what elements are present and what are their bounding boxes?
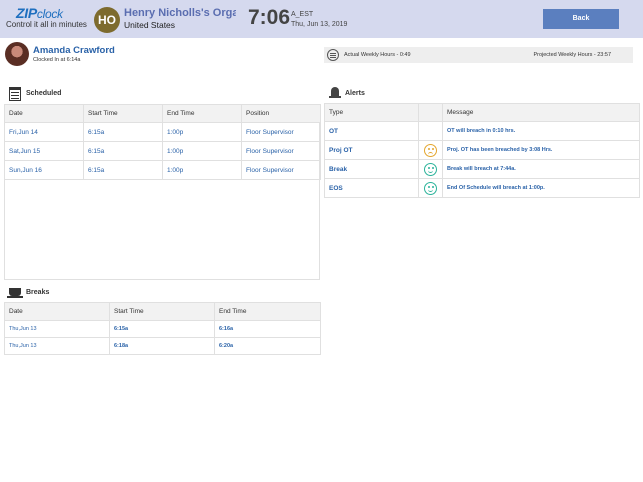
column-header: Start Time	[109, 302, 215, 321]
current-time: 7:06	[248, 6, 291, 29]
alert-icon-cell	[418, 159, 443, 179]
table-row[interactable]: Thu,Jun 13 6:18a 6:20a	[4, 337, 321, 355]
cell-start: 6:15a	[83, 160, 163, 180]
alert-icon-cell	[418, 178, 443, 198]
org-avatar[interactable]: HO	[94, 7, 120, 33]
app-logo: ZIPclock Control it all in minutes	[6, 5, 87, 35]
column-header: End Time	[214, 302, 321, 321]
column-header: Message	[442, 103, 640, 122]
logo-tagline: Control it all in minutes	[6, 20, 87, 29]
table-header-row: Date Start Time End Time	[4, 302, 321, 321]
table-row[interactable]: EOS End Of Schedule will breach at 1:00p…	[324, 178, 640, 198]
cell-end: 6:20a	[214, 337, 321, 355]
scheduled-panel: Date Start Time End Time Position Fri,Ju…	[4, 104, 321, 280]
alert-icon-cell	[418, 121, 443, 141]
alert-message: OT will breach in 0:10 hrs.	[442, 121, 640, 141]
cell-date: Thu,Jun 13	[4, 337, 110, 355]
table-header-row: Type Message	[324, 103, 640, 122]
breaks-title: Breaks	[26, 289, 50, 296]
actual-weekly-hours: Actual Weekly Hours - 0:49	[344, 52, 411, 58]
alert-type: OT	[324, 121, 419, 141]
list-icon	[327, 49, 339, 61]
alert-type: Break	[324, 159, 419, 179]
coffee-cup-icon	[7, 288, 23, 298]
cell-start: 6:18a	[109, 337, 215, 355]
column-header: Date	[4, 302, 110, 321]
employee-name: Amanda Crawford	[33, 45, 115, 56]
cell-position: Floor Supervisor	[241, 141, 321, 161]
employee-avatar	[5, 42, 29, 66]
alert-message: End Of Schedule will breach at 1:00p.	[442, 178, 640, 198]
table-row[interactable]: OT OT will breach in 0:10 hrs.	[324, 121, 640, 141]
cell-start: 6:15a	[109, 320, 215, 338]
alerts-title: Alerts	[345, 90, 365, 97]
table-row[interactable]: Fri,Jun 14 6:15a 1:00p Floor Supervisor	[4, 122, 321, 142]
scheduled-title: Scheduled	[26, 90, 62, 97]
table-row[interactable]: Sat,Jun 15 6:15a 1:00p Floor Supervisor	[4, 141, 321, 161]
alert-type: Proj OT	[324, 140, 419, 160]
calendar-icon	[9, 87, 21, 101]
cell-date: Fri,Jun 14	[4, 122, 84, 142]
happy-face-icon	[424, 181, 437, 195]
alert-icon-cell	[418, 140, 443, 160]
cell-position: Floor Supervisor	[241, 122, 321, 142]
scheduled-table: Date Start Time End Time Position Fri,Ju…	[4, 104, 321, 180]
breaks-table: Date Start Time End Time Thu,Jun 13 6:15…	[4, 302, 321, 355]
sad-face-icon	[424, 143, 437, 157]
projected-weekly-hours: Projected Weekly Hours - 23:57	[533, 52, 611, 58]
top-bar: ZIPclock Control it all in minutes HO He…	[0, 0, 643, 38]
alert-message: Break will breach at 7:44a.	[442, 159, 640, 179]
table-header-row: Date Start Time End Time Position	[4, 104, 321, 123]
alert-message: Proj. OT has been breached by 3:08 Hrs.	[442, 140, 640, 160]
logo-wordmark-suffix: clock	[36, 7, 63, 21]
logo-wordmark: ZIP	[16, 5, 37, 21]
cell-start: 6:15a	[83, 141, 163, 161]
alert-type: EOS	[324, 178, 419, 198]
cell-start: 6:15a	[83, 122, 163, 142]
table-row[interactable]: Proj OT Proj. OT has been breached by 3:…	[324, 140, 640, 160]
happy-face-icon	[424, 162, 437, 176]
back-button[interactable]: Back	[543, 9, 619, 29]
cell-date: Thu,Jun 13	[4, 320, 110, 338]
org-country: United States	[124, 20, 176, 30]
column-header: Type	[324, 103, 419, 122]
bell-icon	[329, 87, 341, 100]
cell-end: 6:16a	[214, 320, 321, 338]
cell-date: Sat,Jun 15	[4, 141, 84, 161]
cell-end: 1:00p	[162, 160, 242, 180]
weekly-hours-bar: Actual Weekly Hours - 0:49 Projected Wee…	[324, 47, 633, 63]
cell-end: 1:00p	[162, 141, 242, 161]
timezone: A_EST	[291, 11, 314, 18]
column-header: Date	[4, 104, 84, 123]
alerts-table: Type Message OT OT will breach in 0:10 h…	[324, 103, 640, 198]
column-header-icon	[418, 103, 443, 122]
cell-end: 1:00p	[162, 122, 242, 142]
cell-date: Sun,Jun 16	[4, 160, 84, 180]
clock-in-status: Clocked In at 6:14a	[33, 57, 81, 63]
table-row[interactable]: Sun,Jun 16 6:15a 1:00p Floor Supervisor	[4, 160, 321, 180]
cell-position: Floor Supervisor	[241, 160, 321, 180]
current-date: Thu, Jun 13, 2019	[291, 21, 348, 28]
column-header: Position	[241, 104, 321, 123]
table-row[interactable]: Thu,Jun 13 6:15a 6:16a	[4, 320, 321, 338]
column-header: Start Time	[83, 104, 163, 123]
org-name[interactable]: Henry Nicholls's Orga...	[124, 7, 236, 19]
table-row[interactable]: Break Break will breach at 7:44a.	[324, 159, 640, 179]
column-header: End Time	[162, 104, 242, 123]
